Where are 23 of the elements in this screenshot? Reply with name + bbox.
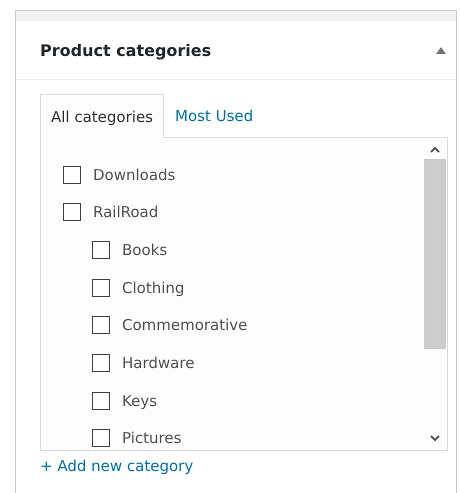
checkbox[interactable] (92, 316, 110, 334)
checkbox[interactable] (92, 354, 110, 372)
checkbox[interactable] (92, 392, 110, 410)
add-category-link[interactable]: + Add new category (40, 457, 194, 475)
checkbox[interactable] (63, 203, 81, 222)
panel-title: Product categories (40, 40, 212, 60)
category-label: Keys (122, 392, 158, 410)
tab[interactable]: All categories (40, 94, 164, 138)
checkbox[interactable] (92, 429, 110, 448)
scroll-up-icon[interactable] (430, 146, 440, 153)
checkbox[interactable] (63, 166, 81, 184)
category-label: Downloads (93, 166, 176, 184)
collapse-toggle[interactable] (436, 46, 446, 54)
category-label: Commemorative (122, 316, 248, 334)
category-label: Clothing (122, 278, 184, 297)
scroll-down-icon[interactable] (430, 435, 440, 442)
checkbox[interactable] (92, 241, 110, 260)
tab[interactable]: Most Used (164, 94, 264, 137)
checkbox[interactable] (92, 278, 110, 297)
category-label: Hardware (122, 354, 194, 372)
category-label: RailRoad (93, 203, 158, 222)
category-label: Books (122, 241, 168, 260)
category-label: Pictures (122, 429, 182, 448)
